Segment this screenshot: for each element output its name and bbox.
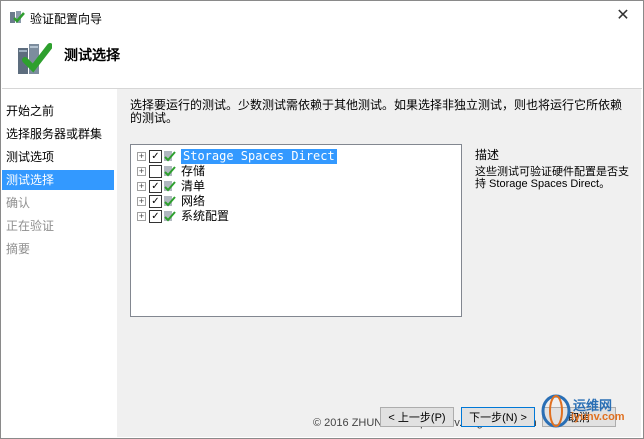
nav-step-confirmation: 确认	[6, 196, 31, 210]
tree-item-label: 系统配置	[181, 209, 230, 223]
test-checkbox[interactable]: ✓	[149, 150, 162, 163]
tree-item-label: 网络	[181, 194, 206, 208]
test-category-icon	[164, 166, 176, 177]
cluster-app-icon	[10, 11, 25, 23]
page-header: 测试选择	[2, 32, 642, 89]
tree-item-label: 存储	[181, 164, 206, 178]
window-title: 验证配置向导	[30, 12, 103, 26]
title-bar: 验证配置向导 ✕	[2, 2, 642, 32]
content-panel: 选择要运行的测试。少数测试需依赖于其他测试。如果选择非独立测试，则也将运行它所依…	[117, 89, 641, 399]
nav-step-test-options[interactable]: 测试选项	[2, 147, 114, 167]
logo-url: iyunv.com	[571, 411, 625, 423]
description-title: 描述	[475, 148, 500, 162]
wizard-steps-nav: 开始之前 选择服务器或群集 测试选项 测试选择 确认 正在验证 摘要	[2, 89, 114, 437]
test-checkbox[interactable]: ✓	[149, 210, 162, 223]
close-icon[interactable]: ✕	[612, 6, 634, 26]
expand-icon[interactable]: +	[137, 167, 146, 176]
test-tree[interactable]: + ✓ Storage Spaces Direct + 存储 + ✓ 清单 + …	[130, 144, 462, 317]
nav-step-test-selection[interactable]: 测试选择	[2, 170, 114, 190]
expand-icon[interactable]: +	[137, 182, 146, 191]
tree-item-label: Storage Spaces Direct	[181, 149, 337, 164]
expand-icon[interactable]: +	[137, 212, 146, 221]
test-category-icon	[164, 151, 176, 162]
description-text: 这些测试可验证硬件配置是否支持 Storage Spaces Direct。	[475, 166, 629, 190]
nav-step-validating: 正在验证	[6, 219, 55, 233]
validate-cluster-icon	[18, 43, 52, 74]
next-button[interactable]: 下一步(N) >	[461, 407, 535, 427]
site-logo: 运维网 iyunv.com	[541, 391, 641, 435]
test-checkbox[interactable]	[149, 165, 162, 178]
instruction-text: 选择要运行的测试。少数测试需依赖于其他测试。如果选择非独立测试，则也将运行它所依…	[130, 98, 623, 125]
previous-button[interactable]: < 上一步(P)	[380, 407, 454, 427]
test-category-icon	[164, 181, 176, 192]
globe-logo-icon	[541, 394, 571, 428]
page-title: 测试选择	[64, 47, 120, 63]
test-checkbox[interactable]: ✓	[149, 195, 162, 208]
expand-icon[interactable]: +	[137, 197, 146, 206]
expand-icon[interactable]: +	[137, 152, 146, 161]
nav-step-select-servers[interactable]: 选择服务器或群集	[2, 124, 114, 144]
test-category-icon	[164, 211, 176, 222]
nav-step-before-you-begin[interactable]: 开始之前	[2, 101, 114, 121]
nav-step-summary: 摘要	[6, 242, 31, 256]
wizard-window: 验证配置向导 ✕ 测试选择 开始之前 选择服务器或群集 测试选项 测试选择 确认…	[0, 0, 644, 439]
test-category-icon	[164, 196, 176, 207]
button-bar: © 2016 ZHUNSEN http://rdsrv.blog.51cto.c…	[117, 394, 641, 437]
tree-item-label: 清单	[181, 179, 206, 193]
test-checkbox[interactable]: ✓	[149, 180, 162, 193]
